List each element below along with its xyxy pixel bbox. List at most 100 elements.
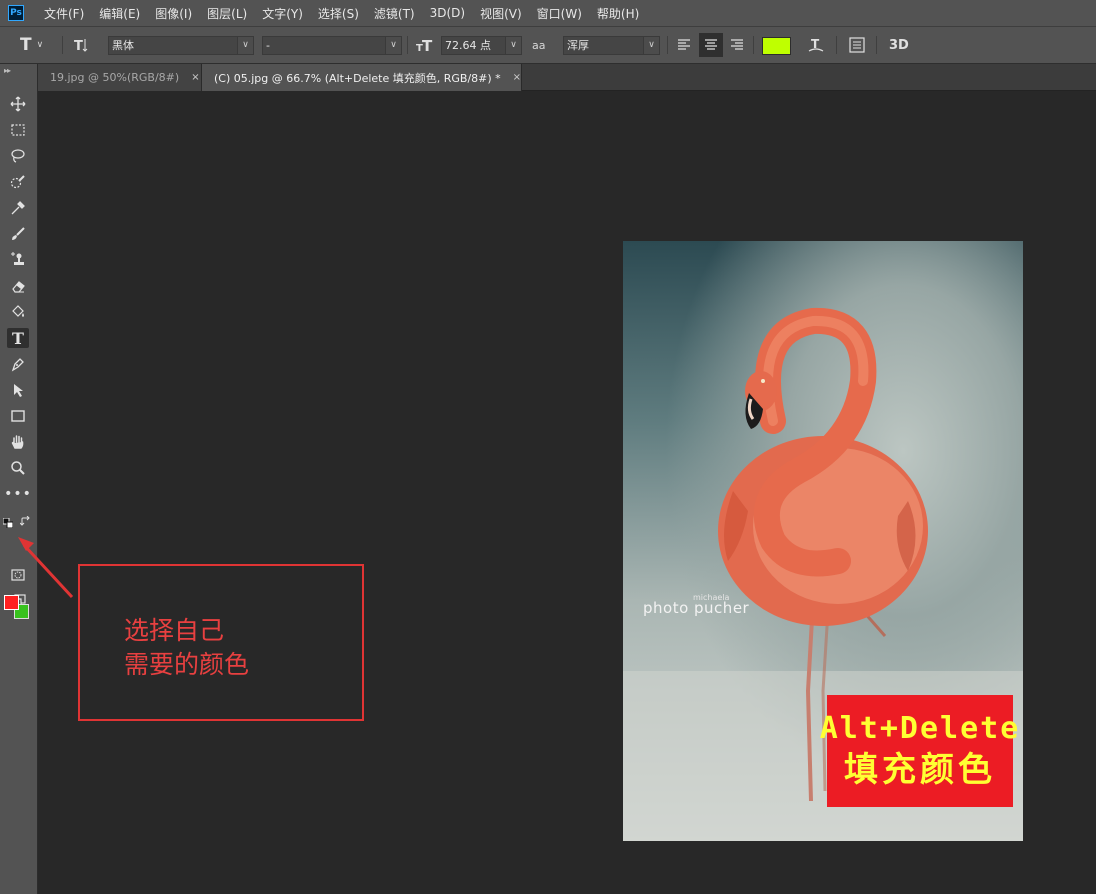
document-tabs: 19.jpg @ 50%(RGB/8#) × (C) 05.jpg @ 66.7… (38, 64, 1096, 91)
menu-image[interactable]: 图像(I) (155, 5, 192, 22)
move-tool[interactable] (7, 94, 29, 114)
eraser-icon (12, 281, 25, 293)
default-colors-button[interactable] (2, 513, 14, 529)
rectangle-icon (11, 410, 25, 422)
tool-preset-picker[interactable]: T ∨ (20, 27, 43, 63)
menu-filter[interactable]: 滤镜(T) (374, 5, 415, 22)
menu-3d[interactable]: 3D(D) (430, 6, 465, 20)
menu-type[interactable]: 文字(Y) (262, 5, 303, 22)
antialias-select[interactable]: 浑厚 ∨ (563, 36, 660, 55)
menu-file[interactable]: 文件(F) (44, 5, 84, 22)
align-right-button[interactable] (729, 27, 745, 63)
path-selection-tool[interactable] (7, 380, 29, 400)
menu-view[interactable]: 视图(V) (480, 5, 522, 22)
chevron-down-icon: ∨ (643, 37, 659, 54)
panel-icon (849, 37, 865, 53)
lasso-icon (11, 149, 25, 163)
menu-layer[interactable]: 图层(L) (207, 5, 247, 22)
antialias-icon: aa (532, 38, 546, 52)
menu-bar: Ps 文件(F) 编辑(E) 图像(I) 图层(L) 文字(Y) 选择(S) 滤… (0, 0, 1096, 26)
watermark: photo pucher (643, 599, 750, 617)
fill-shortcut-text: Alt+Delete (819, 711, 1021, 746)
document-canvas[interactable]: michaela photo pucher Alt+Delete 填充颜色 (623, 241, 1023, 841)
swap-colors-button[interactable] (19, 512, 31, 526)
photoshop-logo-icon: Ps (8, 5, 24, 21)
paint-bucket-icon (12, 305, 24, 317)
chevron-down-icon: ∨ (505, 37, 521, 54)
divider (876, 36, 877, 54)
font-size-select[interactable]: 72.64 点 ∨ (441, 36, 522, 55)
foreground-color-swatch[interactable] (4, 595, 19, 610)
eraser-tool[interactable] (7, 276, 29, 296)
type-icon: T (12, 328, 24, 348)
marquee-icon (11, 124, 25, 136)
align-center-button[interactable] (699, 33, 723, 57)
quick-select-tool[interactable] (7, 172, 29, 192)
path-select-icon (14, 384, 23, 397)
zoom-tool[interactable] (7, 458, 29, 478)
antialias-value: 浑厚 (567, 39, 589, 52)
chevron-down-icon: ∨ (36, 40, 44, 50)
3d-button[interactable]: 3D (889, 27, 909, 63)
quick-select-icon (10, 175, 25, 189)
brush-icon (12, 227, 25, 240)
pen-tool[interactable] (7, 354, 29, 374)
chevron-down-icon: ∨ (385, 37, 401, 54)
hand-tool[interactable] (7, 432, 29, 452)
chevron-down-icon: ∨ (237, 37, 253, 54)
tab-19-jpg[interactable]: 19.jpg @ 50%(RGB/8#) × (38, 64, 202, 91)
font-family-value: 黑体 (112, 39, 134, 52)
tools-panel: ▸▸ T ••• (0, 64, 38, 894)
menu-select[interactable]: 选择(S) (318, 5, 359, 22)
font-style-select[interactable]: - ∨ (262, 36, 402, 55)
edit-toolbar-button[interactable]: ••• (4, 484, 32, 504)
filled-text-box: Alt+Delete 填充颜色 (820, 695, 1018, 807)
move-icon (10, 96, 26, 112)
tab-label: 19.jpg @ 50%(RGB/8#) (50, 71, 180, 84)
hand-icon (11, 435, 24, 449)
menu-window[interactable]: 窗口(W) (537, 5, 582, 22)
warp-text-icon: T (808, 37, 824, 52)
annotation-line-2: 需要的颜色 (124, 650, 250, 679)
close-icon[interactable]: × (191, 72, 199, 83)
lasso-tool[interactable] (7, 146, 29, 166)
character-panel-button[interactable] (848, 27, 866, 63)
font-style-value: - (266, 39, 270, 52)
tab-05-jpg[interactable]: (C) 05.jpg @ 66.7% (Alt+Delete 填充颜色, RGB… (202, 64, 522, 91)
zoom-icon (11, 461, 25, 475)
pen-icon (11, 358, 24, 372)
more-icon: ••• (4, 486, 32, 502)
clone-stamp-tool[interactable] (7, 250, 29, 270)
align-center-icon (705, 39, 717, 50)
marquee-tool[interactable] (7, 120, 29, 140)
options-bar: T ∨ T 黑体 ∨ - ∨ T T 72.64 点 ∨ aa 浑厚 ∨ T 3… (0, 26, 1096, 64)
divider (836, 36, 837, 54)
divider (62, 36, 63, 54)
warp-text-button[interactable]: T (807, 27, 825, 63)
divider (753, 36, 754, 54)
panel-collapse-icon[interactable]: ▸▸ (4, 66, 11, 75)
fill-color-text: 填充颜色 (844, 750, 996, 790)
brush-tool[interactable] (7, 224, 29, 244)
paint-bucket-tool[interactable] (7, 302, 29, 322)
font-size-value: 72.64 点 (445, 39, 491, 52)
font-family-select[interactable]: 黑体 ∨ (108, 36, 254, 55)
rectangle-tool[interactable] (7, 406, 29, 426)
svg-text:T: T (74, 39, 83, 54)
stamp-icon (11, 252, 24, 265)
eyedropper-tool[interactable] (7, 198, 29, 218)
type-tool[interactable]: T (7, 328, 29, 348)
menu-help[interactable]: 帮助(H) (597, 5, 639, 22)
menu-edit[interactable]: 编辑(E) (99, 5, 140, 22)
divider (407, 36, 408, 54)
text-orientation-icon: T (74, 39, 88, 54)
close-icon[interactable]: × (513, 72, 521, 83)
type-tool-icon: T (20, 35, 32, 55)
text-color-swatch[interactable] (762, 37, 791, 55)
align-left-button[interactable] (676, 27, 692, 63)
tab-label: (C) 05.jpg @ 66.7% (Alt+Delete 填充颜色, RGB… (214, 71, 501, 85)
divider (667, 36, 668, 54)
annotation-line-1: 选择自己 (124, 616, 225, 645)
eyedropper-icon (11, 201, 25, 215)
text-orientation-toggle[interactable]: T (72, 27, 90, 63)
